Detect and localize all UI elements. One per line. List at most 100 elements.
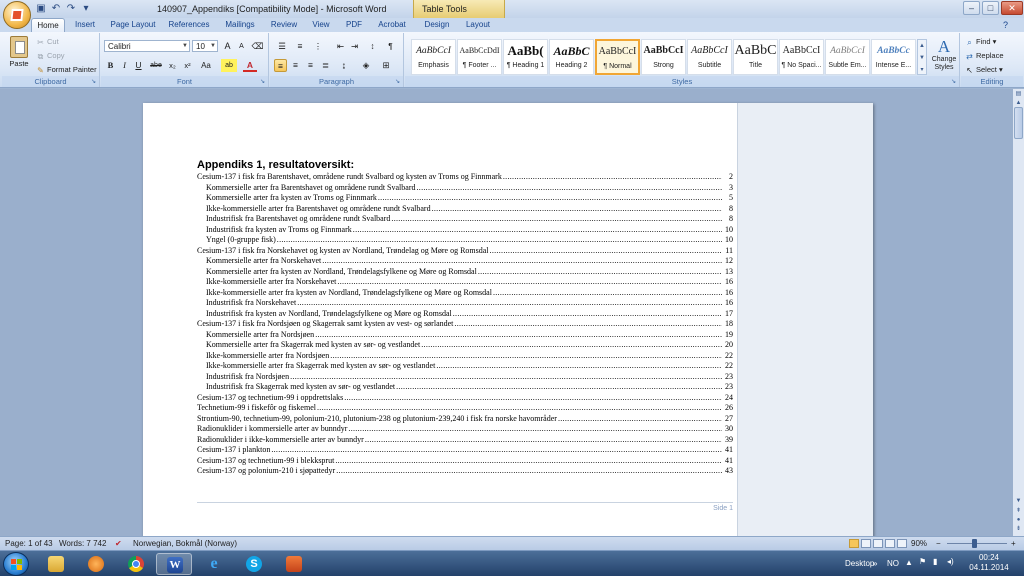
toc-entry[interactable]: Kommersielle arter fra kysten av Nordlan… <box>197 267 733 278</box>
select-button[interactable]: ↖ Select ▾ <box>965 65 1003 75</box>
taskbar-word[interactable]: W <box>156 553 192 575</box>
style-tile[interactable]: AaBbC Title <box>733 39 778 75</box>
multilevel-list-icon[interactable]: ⋮ <box>310 40 326 53</box>
change-styles-button[interactable]: A Change Styles <box>929 38 959 72</box>
align-left-icon[interactable]: ≡ <box>274 59 287 72</box>
justify-icon[interactable]: ≣ <box>319 59 332 72</box>
dialog-launcher-icon[interactable]: ↘ <box>395 78 400 85</box>
increase-indent-icon[interactable]: ⇥ <box>348 40 361 53</box>
toc-entry[interactable]: Ikke-kommersielle arter fra Norskehavet 1… <box>197 277 733 288</box>
toc-entry[interactable]: Ikke-kommersielle arter fra Skagerrak me… <box>197 361 733 372</box>
toc-entry[interactable]: Kommersielle arter fra kysten av Troms o… <box>197 193 733 204</box>
toc-entry[interactable]: Radionuklider i kommersielle arter av bu… <box>197 424 733 435</box>
clear-formatting-button[interactable]: ⌫ <box>251 40 264 53</box>
clock[interactable]: 00:24 04.11.2014 <box>965 553 1013 573</box>
toc-entry[interactable]: Industrifisk fra Barentshavet og områden… <box>197 214 733 225</box>
tab-design[interactable]: Design <box>420 18 454 32</box>
borders-icon[interactable]: ⊞ <box>378 59 394 72</box>
paste-button[interactable]: Paste <box>6 36 32 74</box>
shading-icon[interactable]: ◈ <box>358 59 374 72</box>
tab-layout[interactable]: Layout <box>461 18 495 32</box>
customize-toolbar-icon[interactable]: ▾ <box>80 3 92 14</box>
style-tile[interactable]: AaBb(¶ Heading 1 <box>503 39 548 75</box>
action-center-icon[interactable]: ⚑ <box>919 557 926 566</box>
zoom-level[interactable]: 90% <box>911 537 927 550</box>
line-spacing-icon[interactable]: ↨ <box>336 59 352 72</box>
highlight-button[interactable]: ab <box>221 59 237 72</box>
font-name-combo[interactable]: Calibri ▼ <box>104 40 190 52</box>
toc-entry[interactable]: Industrifisk fra Skagerrak med kysten av… <box>197 382 733 393</box>
start-button[interactable] <box>3 552 29 576</box>
taskbar-ie[interactable]: e <box>196 553 232 575</box>
toc-entry[interactable]: Ikke-kommersielle arter fra Barentshavet… <box>197 204 733 215</box>
toc-entry[interactable]: Strontium-90, technetium-99, polonium-21… <box>197 414 733 425</box>
numbering-icon[interactable]: ≡ <box>292 40 308 53</box>
align-center-icon[interactable]: ≡ <box>289 59 302 72</box>
sort-icon[interactable]: ↕ <box>366 40 379 53</box>
scroll-down-icon[interactable]: ▼ <box>1014 497 1023 506</box>
taskbar-powerpoint[interactable] <box>276 553 312 575</box>
taskbar-media-player[interactable] <box>78 553 114 575</box>
toc-entry[interactable]: Yngel (0-gruppe fisk) 10 <box>197 235 733 246</box>
toc-entry[interactable]: Radionuklider i ikke-kommersielle arter … <box>197 435 733 446</box>
ruler-toggle-icon[interactable]: ▤ <box>1014 90 1023 99</box>
undo-icon[interactable]: ↶ <box>50 3 62 14</box>
style-tile[interactable]: AaBbCcI Subtitle <box>687 39 732 75</box>
tab-view[interactable]: View <box>306 18 336 32</box>
web-layout-view-button[interactable] <box>873 539 883 548</box>
browse-object-icon[interactable]: ● <box>1014 516 1023 525</box>
word-count-status[interactable]: Words: 7 742 <box>59 537 106 550</box>
decrease-indent-icon[interactable]: ⇤ <box>334 40 347 53</box>
format-painter-button[interactable]: ✎ Format Painter <box>36 65 96 75</box>
tab-home[interactable]: Home <box>31 18 65 32</box>
print-layout-view-button[interactable] <box>849 539 859 548</box>
shrink-font-button[interactable]: A <box>235 40 248 53</box>
toc-entry[interactable]: Kommersielle arter fra Barentshavet og o… <box>197 183 733 194</box>
dialog-launcher-icon[interactable]: ↘ <box>951 78 956 85</box>
input-language[interactable]: NO <box>887 559 899 568</box>
style-tile[interactable]: AaBbCcI ¶ Normal <box>595 39 640 75</box>
zoom-out-button[interactable]: − <box>936 537 941 550</box>
toc-entry[interactable]: Ikke-kommersielle arter fra Nordsjøen 22 <box>197 351 733 362</box>
zoom-slider[interactable] <box>947 543 1007 544</box>
bold-button[interactable]: B <box>104 59 117 72</box>
superscript-button[interactable]: x² <box>181 59 194 72</box>
tab-acrobat[interactable]: Acrobat <box>372 18 412 32</box>
help-icon[interactable]: ? <box>1003 20 1008 30</box>
align-right-icon[interactable]: ≡ <box>304 59 317 72</box>
desktop-toolbar-icon[interactable]: » <box>873 559 877 568</box>
page-count-status[interactable]: Page: 1 of 43 <box>5 537 53 550</box>
volume-icon[interactable]: ◂) <box>947 557 954 566</box>
font-size-combo[interactable]: 10 ▼ <box>192 40 218 52</box>
toc-entry[interactable]: Industrifisk fra Norskehavet 16 <box>197 298 733 309</box>
taskbar-chrome[interactable] <box>118 553 154 575</box>
show-desktop-label[interactable]: Desktop <box>845 559 874 568</box>
underline-button[interactable]: U <box>132 59 145 72</box>
close-button[interactable]: ✕ <box>1001 1 1023 15</box>
redo-icon[interactable]: ↷ <box>65 3 77 14</box>
save-icon[interactable]: ▣ <box>35 3 47 14</box>
strikethrough-button[interactable]: abe <box>148 59 164 72</box>
tab-review[interactable]: Review <box>266 18 302 32</box>
dialog-launcher-icon[interactable]: ↘ <box>91 78 96 85</box>
show-formatting-icon[interactable]: ¶ <box>384 40 397 53</box>
toc-entry[interactable]: Industrifisk fra kysten av Troms og Finn… <box>197 225 733 236</box>
copy-button[interactable]: ⧉ Copy <box>36 51 65 61</box>
zoom-in-button[interactable]: + <box>1011 537 1016 550</box>
toc-entry[interactable]: Kommersielle arter fra Norskehavet 12 <box>197 256 733 267</box>
style-tile[interactable]: AaBbC Heading 2 <box>549 39 594 75</box>
tray-expand-icon[interactable]: ▲ <box>905 558 913 567</box>
battery-icon[interactable]: ▮ <box>933 557 937 566</box>
style-tile[interactable]: AaBbCcI ¶ No Spaci... <box>779 39 824 75</box>
italic-button[interactable]: I <box>118 59 131 72</box>
toc-entry[interactable]: Cesium-137 og polonium-210 i sjøpattedyr… <box>197 466 733 477</box>
toc-entry[interactable]: Cesium-137 i fisk fra Barentshavet, områ… <box>197 172 733 183</box>
replace-button[interactable]: ⇄ Replace <box>965 51 1003 61</box>
toc-entry[interactable]: Cesium-137 i fisk fra Nordsjøen og Skage… <box>197 319 733 330</box>
tab-page-layout[interactable]: Page Layout <box>106 18 160 32</box>
toc-entry[interactable]: Technetium-99 i fiskefôr og fiskemel 26 <box>197 403 733 414</box>
scroll-thumb[interactable] <box>1014 107 1023 139</box>
taskbar-skype[interactable]: S <box>236 553 272 575</box>
style-tile[interactable]: AaBbCcDdI ¶ Footer ... <box>457 39 502 75</box>
tab-insert[interactable]: Insert <box>68 18 102 32</box>
